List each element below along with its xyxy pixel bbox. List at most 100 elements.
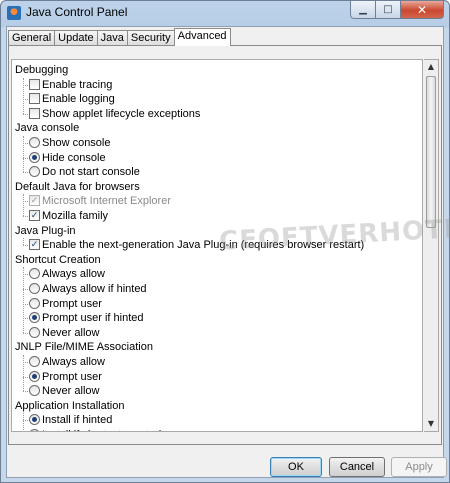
option-label: Microsoft Internet Explorer [42,195,171,208]
tab-update[interactable]: Update [54,30,98,46]
option-label: Prompt user if hinted [42,312,144,325]
checkbox-option-enable-tracing[interactable]: Enable tracing [12,78,422,92]
checkbox-unchecked-icon[interactable] [29,78,40,90]
option-label: Java Plug-in [15,224,76,237]
scroll-up-arrow-icon[interactable]: ▲ [424,60,438,74]
option-label: Hide console [42,151,106,164]
tab-strip: General Update Java Security Advanced [8,28,231,46]
advanced-panel: Debugging Enable tracing Enable logging Sho… [8,45,450,445]
option-label: Install if hinted [42,414,113,427]
tree-connector [23,238,24,246]
tree-connector [23,413,24,431]
radio-option-always-allow[interactable]: Always allow [12,267,422,281]
group-header-jnlp-file-mime-association: JNLP File/MIME Association [12,340,422,354]
option-label: Never allow [42,326,100,339]
radio-option-prompt-user[interactable]: Prompt user [12,297,422,311]
radio-option-install-if-shortcut-created[interactable]: Install if shortcut created [12,428,422,431]
radio-option-do-not-start-console[interactable]: Do not start console [12,165,422,179]
ok-button[interactable]: OK [270,457,322,477]
option-label: Enable logging [42,93,115,106]
checkbox-unchecked-icon[interactable] [29,93,40,105]
apply-button[interactable]: Apply [391,457,447,477]
radio-option-hide-console[interactable]: Hide console [12,151,422,165]
scrollbar-thumb[interactable] [426,76,436,228]
checkbox-option-enable-the-next-generation-java-plug-in-requires-browser-restart[interactable]: ✓ Enable the next-generation Java Plug-in… [12,238,422,252]
tab-general[interactable]: General [8,30,56,46]
checkbox-option-microsoft-internet-explorer: ✓ Microsoft Internet Explorer [12,194,422,208]
tree-connector [23,194,24,216]
checkbox-checked-icon: ✓ [29,195,40,207]
radio-unselected-icon[interactable] [29,385,40,397]
checkbox-option-show-applet-lifecycle-exceptions[interactable]: Show applet lifecycle exceptions [12,107,422,121]
option-label: Prompt user [42,297,102,310]
cancel-button[interactable]: Cancel [329,457,385,477]
tree-connector [23,77,24,114]
option-label: Enable tracing [42,78,113,91]
checkbox-option-enable-logging[interactable]: Enable logging [12,92,422,106]
vertical-scrollbar[interactable]: ▲ ▼ [424,59,439,432]
option-label: Always allow [42,268,105,281]
radio-option-never-allow[interactable]: Never allow [12,326,422,340]
close-icon: ✕ [416,2,428,17]
group-header-java-plug-in: Java Plug-in [12,224,422,238]
group-header-java-console: Java console [12,121,422,135]
radio-option-prompt-user-if-hinted[interactable]: Prompt user if hinted [12,311,422,325]
checkbox-checked-icon[interactable]: ✓ [29,239,40,251]
radio-selected-icon[interactable] [29,312,40,324]
radio-option-prompt-user[interactable]: Prompt user [12,370,422,384]
close-button[interactable]: ✕ [401,1,444,19]
radio-unselected-icon[interactable] [29,283,40,294]
radio-option-install-if-hinted[interactable]: Install if hinted [12,413,422,427]
maximize-icon: □ [383,4,393,15]
radio-option-always-allow[interactable]: Always allow [12,355,422,369]
radio-unselected-icon[interactable] [29,356,40,367]
radio-selected-icon[interactable] [29,151,40,163]
maximize-button[interactable]: □ [376,1,401,19]
option-label: Application Installation [15,399,125,412]
radio-unselected-icon[interactable] [29,429,40,431]
checkbox-option-mozilla-family[interactable]: ✓ Mozilla family [12,209,422,223]
option-label: Java console [15,122,80,135]
scroll-down-arrow-icon[interactable]: ▼ [424,417,438,431]
radio-selected-icon[interactable] [29,414,40,426]
group-header-application-installation: Application Installation [12,399,422,413]
minimize-button[interactable]: ▁ [350,1,376,19]
radio-unselected-icon[interactable] [29,137,40,148]
tab-security[interactable]: Security [126,30,175,46]
option-label: Debugging [15,64,69,76]
java-control-panel-window: Java Control Panel ▁ □ ✕ General Update … [0,0,450,483]
checkbox-unchecked-icon[interactable] [29,107,40,119]
option-label: Always allow [42,356,105,368]
radio-unselected-icon[interactable] [29,166,40,178]
option-label: Never allow [42,385,100,398]
radio-unselected-icon[interactable] [29,297,40,309]
option-label: Install if shortcut created [42,428,161,431]
dialog-body: General Update Java Security Advanced De… [6,26,450,478]
tab-advanced[interactable]: Advanced [173,28,231,46]
radio-option-never-allow[interactable]: Never allow [12,384,422,398]
checkbox-checked-icon[interactable]: ✓ [29,210,40,221]
tree-connector [23,355,24,392]
group-header-shortcut-creation: Shortcut Creation [12,253,422,267]
radio-selected-icon[interactable] [29,370,40,382]
group-header-default-java-for-browsers: Default Java for browsers [12,180,422,194]
radio-unselected-icon[interactable] [29,326,40,338]
radio-option-always-allow-if-hinted[interactable]: Always allow if hinted [12,282,422,296]
radio-unselected-icon[interactable] [29,268,40,280]
window-title: Java Control Panel [26,5,128,19]
tab-java[interactable]: Java [96,30,128,46]
window-controls: ▁ □ ✕ [350,1,444,19]
title-bar[interactable]: Java Control Panel ▁ □ ✕ [1,1,449,25]
option-label: Show console [42,137,111,149]
option-label: Prompt user [42,370,102,383]
tree-connector [23,136,24,173]
option-label: Always allow if hinted [42,283,147,295]
option-label: Enable the next-generation Java Plug-in … [42,239,365,252]
group-header-debugging: Debugging [12,63,422,77]
settings-tree: Debugging Enable tracing Enable logging Sho… [11,59,423,432]
tree-connector [23,267,24,333]
option-label: Mozilla family [42,210,109,222]
minimize-icon: ▁ [359,4,367,15]
option-label: Default Java for browsers [15,180,140,193]
radio-option-show-console[interactable]: Show console [12,136,422,150]
